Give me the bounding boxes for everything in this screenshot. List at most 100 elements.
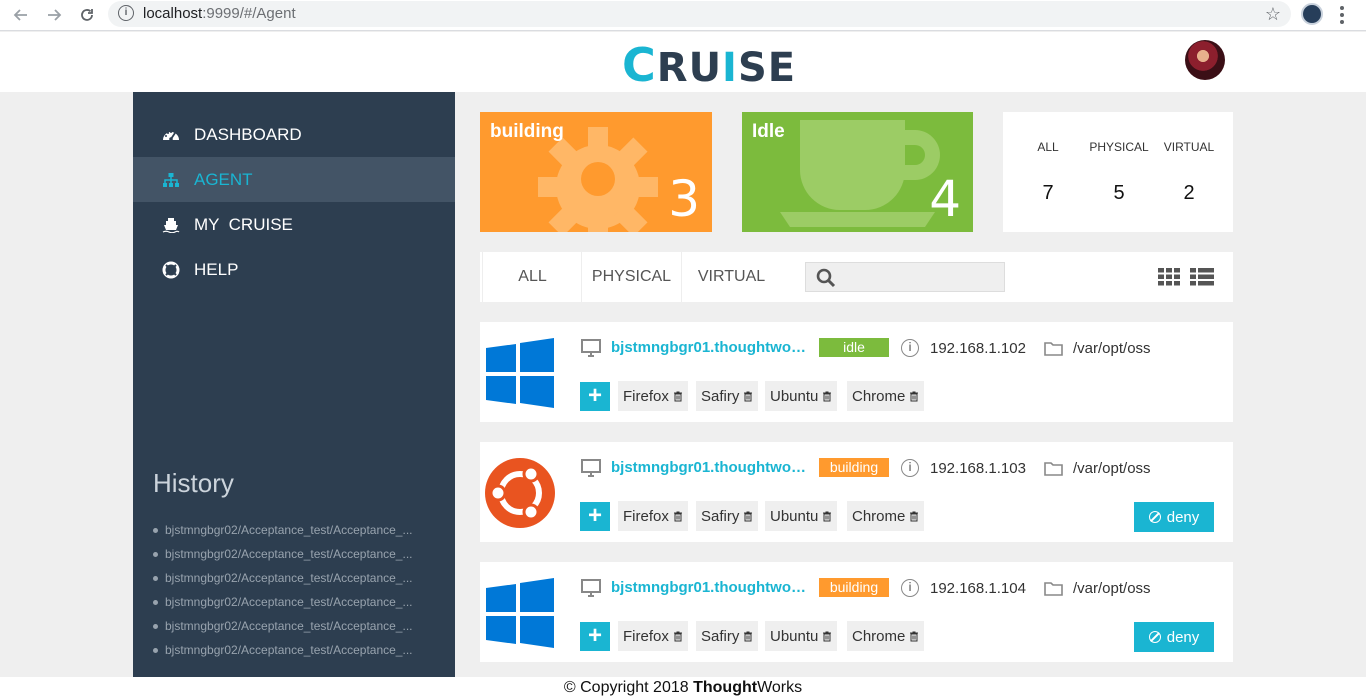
resource-label: Firefox xyxy=(623,387,669,405)
history-item[interactable]: bjstmngbgr02/Acceptance_test/Acceptance_… xyxy=(153,566,412,590)
resource-tag: Chrome xyxy=(847,621,925,651)
agent-name-link[interactable]: bjstmngbgr01.thoughtworks.com xyxy=(611,579,811,596)
folder-icon xyxy=(1044,462,1063,476)
ship-icon xyxy=(161,216,181,234)
list-view-icon[interactable] xyxy=(1190,268,1214,286)
monitor-icon xyxy=(581,459,601,477)
sidebar-item-my-cruise[interactable]: MY CRUISE xyxy=(133,202,455,247)
summary-label: VIRTUAL xyxy=(1163,140,1215,154)
trash-icon[interactable] xyxy=(909,631,919,642)
resource-tag: Safiry xyxy=(696,621,759,651)
resource-label: Ubuntu xyxy=(770,507,819,525)
sidebar-item-help[interactable]: HELP xyxy=(133,247,455,292)
resource-label: Safiry xyxy=(701,387,740,405)
resource-label: Ubuntu xyxy=(770,387,819,405)
history-item-label: bjstmngbgr02/Acceptance_test/Acceptance_… xyxy=(165,547,413,561)
history-item[interactable]: bjstmngbgr02/Acceptance_test/Acceptance_… xyxy=(153,542,412,566)
summary-label: PHYSICAL xyxy=(1089,140,1149,154)
add-resource-button[interactable]: + xyxy=(580,502,610,531)
lifebuoy-icon xyxy=(161,261,181,279)
history-list: bjstmngbgr02/Acceptance_test/Acceptance_… xyxy=(153,518,412,662)
history-item-label: bjstmngbgr02/Acceptance_test/Acceptance_… xyxy=(165,571,413,585)
search-input[interactable] xyxy=(805,262,1005,292)
summary-value: 5 xyxy=(1113,182,1125,204)
building-count: 3 xyxy=(668,170,700,228)
idle-count: 4 xyxy=(929,170,961,228)
history-title: History xyxy=(153,468,234,498)
history-item[interactable]: bjstmngbgr02/Acceptance_test/Acceptance_… xyxy=(153,638,412,662)
trash-icon[interactable] xyxy=(673,511,683,522)
resource-label: Ubuntu xyxy=(770,627,819,645)
agent-ip: 192.168.1.103 xyxy=(930,460,1026,477)
resource-tag: Chrome xyxy=(847,501,925,531)
bookmark-star-icon[interactable]: ☆ xyxy=(1265,4,1281,25)
idle-stat-card[interactable]: Idle 4 xyxy=(742,112,973,232)
url-text: localhost:9999/#/Agent xyxy=(143,5,296,22)
monitor-icon xyxy=(581,579,601,597)
building-card-label: building xyxy=(490,121,564,142)
resource-label: Safiry xyxy=(701,507,740,525)
trash-icon[interactable] xyxy=(909,391,919,402)
tab-all[interactable]: ALL xyxy=(482,252,582,302)
resource-tag: Safiry xyxy=(696,501,759,531)
sitemap-icon xyxy=(161,171,181,189)
monitor-icon xyxy=(581,339,601,357)
extension-icon[interactable] xyxy=(1301,3,1323,25)
browser-menu-icon[interactable] xyxy=(1340,6,1344,24)
trash-icon[interactable] xyxy=(743,391,753,402)
cruise-logo[interactable]: CRUISE xyxy=(622,38,796,92)
user-avatar[interactable] xyxy=(1185,40,1225,80)
trash-icon[interactable] xyxy=(743,631,753,642)
agent-name-link[interactable]: bjstmngbgr01.thoughtworks.com xyxy=(611,459,811,476)
filter-bar: ALL PHYSICAL VIRTUAL xyxy=(480,252,1233,302)
trash-icon[interactable] xyxy=(822,631,832,642)
address-bar[interactable]: i localhost:9999/#/Agent ☆ xyxy=(108,1,1291,27)
tab-virtual[interactable]: VIRTUAL xyxy=(681,252,781,302)
history-item[interactable]: bjstmngbgr02/Acceptance_test/Acceptance_… xyxy=(153,614,412,638)
bullet-icon xyxy=(153,551,158,557)
deny-button[interactable]: deny xyxy=(1134,622,1214,652)
dashboard-icon xyxy=(161,126,181,144)
agent-name-link[interactable]: bjstmngbgr01.thoughtworks.com xyxy=(611,339,811,356)
windows-icon xyxy=(486,578,554,648)
deny-button[interactable]: deny xyxy=(1134,502,1214,532)
reload-icon[interactable] xyxy=(76,4,98,26)
agent-path: /var/opt/oss xyxy=(1073,340,1151,357)
trash-icon[interactable] xyxy=(822,511,832,522)
bullet-icon xyxy=(153,647,158,653)
sidebar-item-dashboard[interactable]: DASHBOARD xyxy=(133,112,455,157)
grid-view-icon[interactable] xyxy=(1158,268,1182,286)
status-badge: idle xyxy=(819,338,889,357)
add-resource-button[interactable]: + xyxy=(580,382,610,411)
agent-summary-card: ALL 7 PHYSICAL 5 VIRTUAL 2 xyxy=(1003,112,1233,232)
brand-bold: Thought xyxy=(693,679,758,696)
tab-physical[interactable]: PHYSICAL xyxy=(581,252,681,302)
trash-icon[interactable] xyxy=(673,391,683,402)
ban-icon xyxy=(1148,631,1161,643)
trash-icon[interactable] xyxy=(743,511,753,522)
history-item[interactable]: bjstmngbgr02/Acceptance_test/Acceptance_… xyxy=(153,518,412,542)
sidebar-item-agent[interactable]: AGENT xyxy=(133,157,455,202)
agent-row: bjstmngbgr01.thoughtworks.com building i… xyxy=(480,442,1233,542)
history-item-label: bjstmngbgr02/Acceptance_test/Acceptance_… xyxy=(165,523,413,537)
deny-label: deny xyxy=(1166,508,1200,526)
browser-toolbar: i localhost:9999/#/Agent ☆ xyxy=(0,0,1366,31)
site-info-icon[interactable]: i xyxy=(118,5,134,21)
resource-tag: Ubuntu xyxy=(765,501,838,531)
trash-icon[interactable] xyxy=(822,391,832,402)
sidebar-item-label: MY CRUISE xyxy=(194,214,293,234)
history-item[interactable]: bjstmngbgr02/Acceptance_test/Acceptance_… xyxy=(153,590,412,614)
trash-icon[interactable] xyxy=(909,511,919,522)
add-resource-button[interactable]: + xyxy=(580,622,610,651)
trash-icon[interactable] xyxy=(673,631,683,642)
summary-all: ALL 7 xyxy=(1013,140,1083,205)
info-icon: i xyxy=(901,339,919,357)
resource-label: Chrome xyxy=(852,387,906,405)
building-stat-card[interactable]: building 3 xyxy=(480,112,712,232)
folder-icon xyxy=(1044,342,1063,356)
forward-arrow-icon[interactable] xyxy=(43,4,65,26)
search-icon xyxy=(816,268,836,288)
back-arrow-icon[interactable] xyxy=(10,4,32,26)
history-item-label: bjstmngbgr02/Acceptance_test/Acceptance_… xyxy=(165,619,413,633)
resource-tag: Safiry xyxy=(696,381,759,411)
